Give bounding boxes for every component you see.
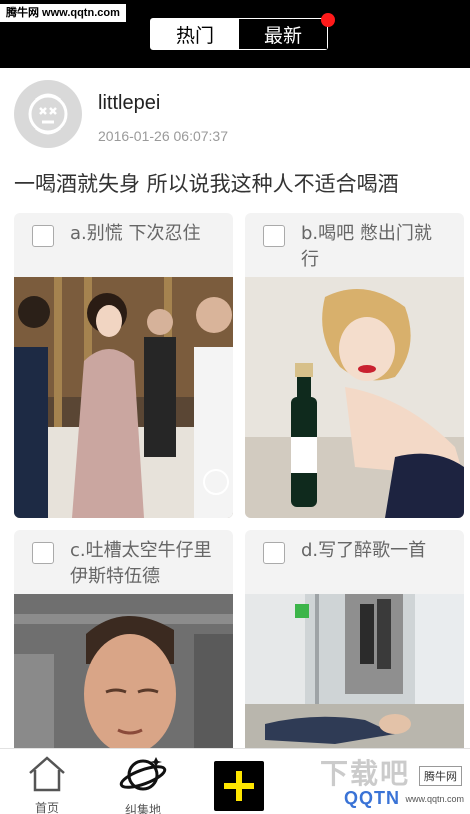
nav-home[interactable]: 首页: [12, 755, 82, 814]
post-question: 一喝酒就失身 所以说我这种人不适合喝酒: [14, 172, 399, 196]
photo-sleeping-man: [14, 594, 233, 760]
top-bar: 腾牛网 www.qqtn.com 热门 最新: [0, 0, 470, 68]
option-card-c[interactable]: c.吐槽太空牛仔里伊斯特伍德: [14, 530, 233, 760]
watermark-tag: 腾牛网: [419, 766, 462, 786]
add-post-button[interactable]: [214, 761, 264, 811]
option-checkbox-c[interactable]: [32, 542, 54, 564]
username[interactable]: littlepei: [98, 92, 160, 115]
option-card-b[interactable]: b.喝吧 憋出门就行: [245, 213, 464, 518]
option-card-a[interactable]: a.别慌 下次忍住: [14, 213, 233, 518]
watermark-big-text: 下载吧: [320, 758, 411, 789]
option-label-b: b.喝吧 憋出门就行: [301, 223, 432, 270]
post-timestamp: 2016-01-26 06:07:37: [98, 128, 228, 144]
nav-gathering-label: 纠集地: [124, 803, 161, 814]
planet-icon: [119, 757, 167, 791]
watermark-url: www.qqtn.com: [405, 794, 464, 804]
notification-badge: [321, 13, 335, 27]
avatar[interactable]: [14, 80, 82, 148]
photo-party: [14, 277, 233, 518]
option-label-a: a.别慌 下次忍住: [70, 223, 201, 244]
option-card-d[interactable]: d.写了醉歌一首: [245, 530, 464, 760]
option-label-d: d.写了醉歌一首: [301, 540, 427, 561]
option-checkbox-b[interactable]: [263, 225, 285, 247]
option-checkbox-a[interactable]: [32, 225, 54, 247]
watermark-bottom: 下载吧 腾牛网 QQTN www.qqtn.com: [286, 750, 468, 810]
tab-latest[interactable]: 最新: [239, 19, 327, 49]
avatar-icon: [28, 93, 68, 135]
photo-champagne: [245, 277, 464, 518]
tab-hot[interactable]: 热门: [151, 19, 239, 49]
option-label-c: c.吐槽太空牛仔里伊斯特伍德: [70, 540, 212, 587]
feed-segmented-control: 热门 最新: [150, 13, 335, 50]
home-icon: [29, 756, 65, 792]
option-checkbox-d[interactable]: [263, 542, 285, 564]
watermark-top: 腾牛网 www.qqtn.com: [0, 4, 126, 22]
plus-icon: [224, 771, 254, 801]
nav-home-label: 首页: [34, 801, 59, 814]
watermark-logo: QQTN: [344, 788, 400, 808]
photo-subway: [245, 594, 464, 760]
nav-gathering[interactable]: 纠集地: [108, 755, 178, 814]
bottom-nav-bar: 首页 纠集地 下载吧 腾牛网 QQTN www.qqtn.com: [0, 748, 470, 814]
